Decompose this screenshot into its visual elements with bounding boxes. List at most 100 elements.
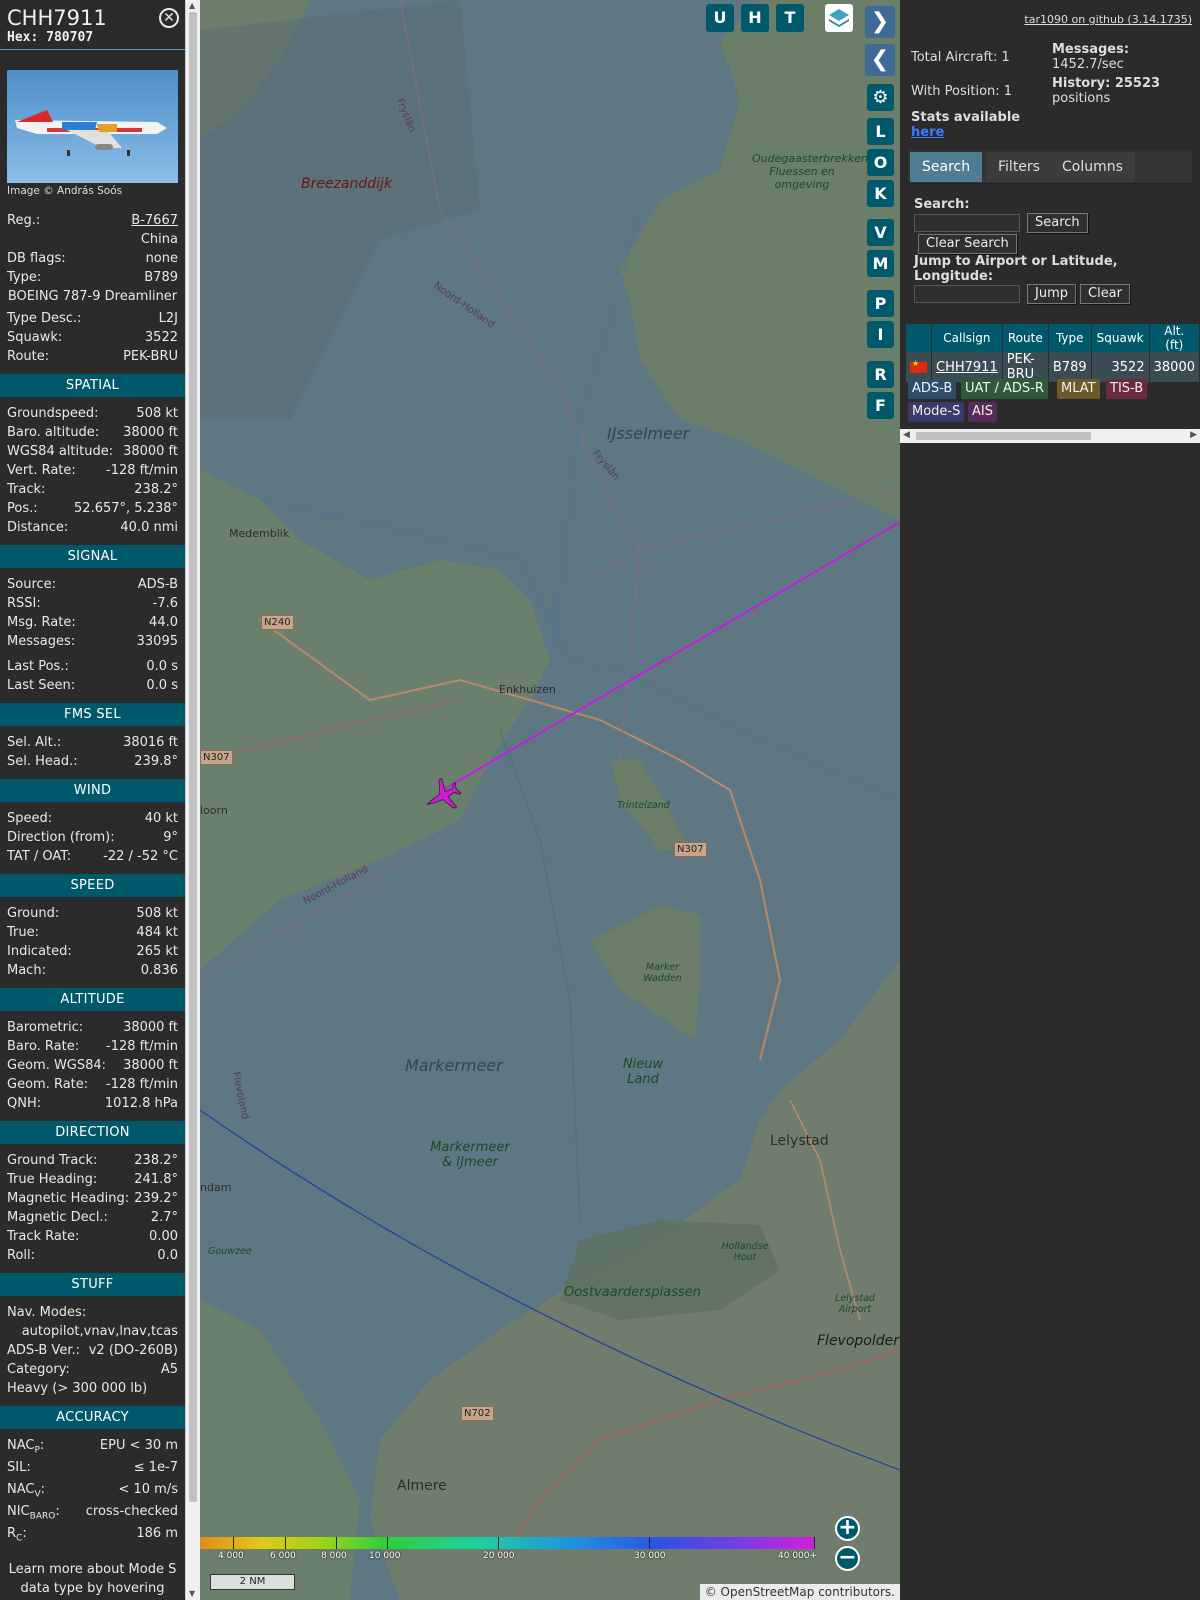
image-credit: Image © András Soós: [7, 185, 123, 197]
openstreetmap-link[interactable]: OpenStreetMap: [721, 1585, 815, 1599]
china-flag-icon: [910, 359, 927, 373]
clear-jump-button[interactable]: Clear: [1080, 284, 1130, 304]
type-desc-value: L2J: [158, 311, 178, 326]
row-value: ≤ 1e-7: [133, 1460, 178, 1475]
type-cell: B789: [1048, 352, 1092, 382]
column-header-route[interactable]: Route: [1002, 324, 1049, 352]
row-value: 484 kt: [136, 925, 178, 940]
row-label: Source:: [7, 577, 57, 592]
history-value: positions: [1052, 91, 1111, 106]
scroll-left-arrow-icon[interactable]: ◀: [903, 430, 910, 440]
row-label: Roll:: [7, 1248, 36, 1263]
button-l[interactable]: L: [867, 118, 894, 145]
column-header-flag[interactable]: [906, 324, 932, 352]
legend-label: 10 000: [369, 1551, 401, 1561]
row-label: True:: [7, 925, 39, 940]
row-value: 9°: [163, 830, 178, 845]
github-link[interactable]: tar1090 on github (3.14.1735): [1024, 13, 1192, 26]
button-r[interactable]: R: [867, 361, 894, 388]
column-header-type[interactable]: Type: [1048, 324, 1092, 352]
button-i[interactable]: I: [867, 321, 894, 348]
legend-tick: [498, 1537, 499, 1549]
button-h[interactable]: H: [741, 4, 769, 32]
legend-label: 30 000: [634, 1551, 666, 1561]
row-value: ADS-B: [137, 577, 178, 592]
legend-tick: [233, 1537, 234, 1549]
clear-search-button[interactable]: Clear Search: [918, 234, 1017, 254]
scrollbar-thumb[interactable]: [189, 12, 197, 1502]
row-label: Indicated:: [7, 944, 72, 959]
button-u[interactable]: U: [706, 4, 734, 32]
settings-gear-icon[interactable]: ⚙: [867, 84, 894, 111]
source-mode-s[interactable]: Mode-S: [908, 402, 965, 422]
route-cell: PEK-BRU: [1002, 352, 1049, 382]
tab-search[interactable]: Search: [910, 152, 983, 182]
button-f[interactable]: F: [867, 392, 894, 419]
row-label: Geom. WGS84:: [7, 1058, 107, 1073]
row-label: Baro. altitude:: [7, 425, 100, 440]
button-k[interactable]: K: [867, 180, 894, 207]
search-input[interactable]: [914, 214, 1020, 232]
signal-row: Last Pos.: 0.0 s: [0, 657, 185, 676]
close-icon[interactable]: ✕: [159, 8, 179, 28]
mode-s-hint: Learn more about Mode S data type by hov…: [8, 1562, 177, 1596]
source-adsb[interactable]: ADS-B: [908, 379, 957, 399]
info-panel-scrollbar[interactable]: ▲ ▼: [185, 0, 200, 1600]
button-m[interactable]: M: [867, 250, 894, 277]
button-v[interactable]: V: [867, 219, 894, 246]
direction-row: Ground Track: 238.2°: [0, 1151, 185, 1170]
button-o[interactable]: O: [867, 149, 894, 176]
scroll-down-arrow-icon[interactable]: ▼: [189, 1589, 195, 1598]
wind-row: Direction (from): 9°: [0, 828, 185, 847]
scroll-right-arrow-icon[interactable]: ▶: [1190, 430, 1197, 440]
table-horizontal-scrollbar[interactable]: ◀ ▶: [900, 429, 1200, 443]
column-header-callsign[interactable]: Callsign: [931, 324, 1003, 352]
table-row[interactable]: CHH7911 PEK-BRU B789 3522 38000: [906, 352, 1200, 382]
country-value: China: [140, 232, 178, 247]
callsign-link[interactable]: CHH7911: [936, 360, 998, 375]
search-label: Search:: [914, 197, 970, 212]
column-header-squawk[interactable]: Squawk: [1091, 324, 1150, 352]
chevron-left-icon[interactable]: ❮: [865, 44, 895, 76]
route-row: Route: PEK-BRU: [0, 347, 185, 366]
altitude-row: QNH: 1012.8 hPa: [0, 1094, 185, 1113]
aircraft-photo[interactable]: [7, 70, 178, 183]
section-stuff: STUFF: [0, 1273, 185, 1296]
button-p[interactable]: P: [867, 290, 894, 317]
type-row: Type: B789: [0, 268, 185, 287]
source-uat-adsr[interactable]: UAT / ADS-R: [961, 379, 1048, 399]
reg-link[interactable]: B-7667: [131, 211, 178, 230]
map-view[interactable]: Breezanddijk IJsselmeer Markermeer Marke…: [200, 0, 900, 1600]
jump-input[interactable]: [914, 285, 1020, 303]
jump-button[interactable]: Jump: [1027, 284, 1076, 304]
legend-tick: [285, 1537, 286, 1549]
row-label: TAT / OAT:: [7, 849, 72, 864]
nacp-label: NACP:: [7, 1438, 45, 1456]
row-label: Messages:: [7, 634, 76, 649]
column-header-altitude[interactable]: Alt. (ft): [1149, 324, 1200, 352]
horizontal-scrollbar-thumb[interactable]: [916, 432, 1091, 440]
zoom-out-button[interactable]: −: [835, 1546, 860, 1571]
row-value: 38000 ft: [123, 425, 178, 440]
stats-here-link[interactable]: here: [911, 125, 944, 140]
zoom-in-button[interactable]: +: [835, 1516, 860, 1541]
label-oostvaardersplassen: Oostvaardersplassen: [564, 1285, 702, 1300]
row-label: Sel. Head.:: [7, 754, 78, 769]
altitude-cell: 38000: [1149, 352, 1200, 382]
row-value: 508 kt: [136, 406, 178, 421]
callsign-cell[interactable]: CHH7911: [931, 352, 1003, 382]
scroll-up-arrow-icon[interactable]: ▲: [189, 1, 195, 10]
layers-icon[interactable]: [825, 4, 853, 32]
adsb-ver-value: v2 (DO-260B): [88, 1343, 178, 1358]
accuracy-row: NACV: < 10 m/s: [0, 1480, 185, 1502]
button-t[interactable]: T: [776, 4, 804, 32]
nav-modes-label: Nav. Modes:: [7, 1305, 87, 1320]
source-ais[interactable]: AIS: [968, 402, 997, 422]
chevron-right-icon[interactable]: ❯: [865, 6, 895, 38]
search-button[interactable]: Search: [1027, 213, 1088, 233]
tab-columns[interactable]: Columns: [1050, 152, 1135, 182]
source-tisb[interactable]: TIS-B: [1106, 379, 1148, 399]
label-markermeer-ijmeer: Markermeer & IJmeer: [430, 1140, 510, 1170]
tab-filters[interactable]: Filters: [986, 152, 1052, 182]
source-mlat[interactable]: MLAT: [1057, 379, 1100, 399]
